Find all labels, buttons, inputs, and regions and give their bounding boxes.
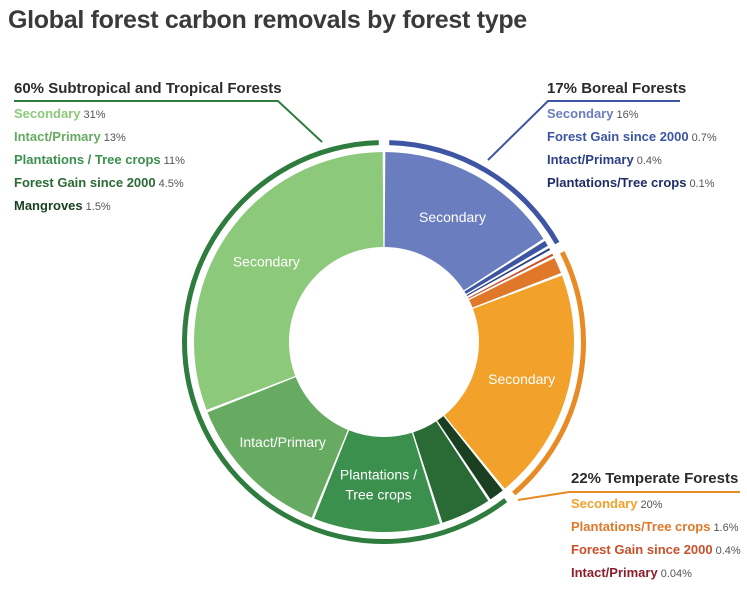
legend-item-subtropical-secondary: Secondary 31% bbox=[14, 103, 282, 126]
legend-item-value: 13% bbox=[103, 132, 126, 144]
legend-item-label: Intact/Primary bbox=[14, 129, 101, 144]
legend-item-value: 0.7% bbox=[691, 132, 717, 144]
legend-name-boreal: Boreal Forests bbox=[581, 80, 687, 97]
legend-item-boreal-forest-gain-since-2000: Forest Gain since 2000 0.7% bbox=[547, 126, 717, 149]
legend-item-temperate-secondary: Secondary 20% bbox=[571, 493, 741, 516]
legend-boreal: 17% Boreal Forests Secondary 16% Forest Ga… bbox=[547, 80, 717, 195]
legend-item-label: Intact/Primary bbox=[571, 565, 658, 580]
legend-header-temperate: 22% Temperate Forests bbox=[571, 470, 741, 487]
legend-item-value: 11% bbox=[163, 155, 185, 167]
legend-item-label: Plantations/Tree crops bbox=[547, 175, 687, 190]
legend-item-value: 16% bbox=[616, 109, 639, 121]
legend-item-value: 1.5% bbox=[85, 201, 111, 213]
legend-item-value: 0.1% bbox=[689, 178, 715, 190]
slice-label-temperate-secondary: Secondary bbox=[488, 371, 555, 387]
legend-list-boreal: Secondary 16% Forest Gain since 2000 0.7% In… bbox=[547, 103, 717, 195]
legend-item-subtropical-plantations-tree-crops: Plantations / Tree crops 11% bbox=[14, 149, 282, 172]
legend-item-label: Forest Gain since 2000 bbox=[547, 129, 689, 144]
legend-percent-subtropical: 60% bbox=[14, 80, 45, 97]
legend-item-value: 4.5% bbox=[158, 178, 184, 190]
legend-item-boreal-secondary: Secondary 16% bbox=[547, 103, 717, 126]
legend-item-label: Forest Gain since 2000 bbox=[571, 542, 713, 557]
legend-list-subtropical: Secondary 31% Intact/Primary 13% Plantations… bbox=[14, 103, 282, 218]
legend-item-label: Secondary bbox=[571, 496, 638, 511]
slice-label-boreal-secondary: Secondary bbox=[419, 209, 486, 225]
legend-item-value: 1.6% bbox=[713, 522, 739, 534]
legend-item-value: 0.04% bbox=[660, 568, 692, 580]
legend-item-value: 20% bbox=[640, 499, 663, 511]
legend-percent-boreal: 17% bbox=[547, 80, 578, 97]
legend-item-temperate-plantations-tree-crops: Plantations/Tree crops 1.6% bbox=[571, 516, 741, 539]
legend-item-label: Plantations / Tree crops bbox=[14, 152, 161, 167]
legend-item-temperate-intact-primary: Intact/Primary 0.04% bbox=[571, 562, 741, 585]
legend-item-subtropical-intact-primary: Intact/Primary 13% bbox=[14, 126, 282, 149]
legend-item-subtropical-mangroves: Mangroves 1.5% bbox=[14, 195, 282, 218]
legend-item-temperate-forest-gain-since-2000: Forest Gain since 2000 0.4% bbox=[571, 539, 741, 562]
legend-list-temperate: Secondary 20% Plantations/Tree crops 1.6% Fo… bbox=[571, 493, 741, 585]
legend-item-boreal-plantations-tree-crops: Plantations/Tree crops 0.1% bbox=[547, 172, 717, 195]
legend-item-label: Forest Gain since 2000 bbox=[14, 175, 156, 190]
slice-label-subtropical-secondary: Secondary bbox=[233, 254, 300, 270]
legend-item-label: Secondary bbox=[14, 106, 81, 121]
legend-item-label: Intact/Primary bbox=[547, 152, 634, 167]
legend-name-subtropical: Subtropical and Tropical Forests bbox=[48, 80, 282, 97]
legend-name-temperate: Temperate Forests bbox=[605, 470, 739, 487]
legend-item-boreal-intact-primary: Intact/Primary 0.4% bbox=[547, 149, 717, 172]
legend-header-boreal: 17% Boreal Forests bbox=[547, 80, 717, 97]
legend-item-label: Secondary bbox=[547, 106, 614, 121]
legend-item-label: Plantations/Tree crops bbox=[571, 519, 711, 534]
legend-item-value: 31% bbox=[83, 109, 106, 121]
legend-percent-temperate: 22% bbox=[571, 470, 602, 487]
slice-label-subtropical-intact-primary: Intact/Primary bbox=[239, 434, 325, 450]
legend-item-subtropical-forest-gain-since-2000: Forest Gain since 2000 4.5% bbox=[14, 172, 282, 195]
legend-item-value: 0.4% bbox=[636, 155, 662, 167]
legend-temperate: 22% Temperate Forests Secondary 20% Planta… bbox=[571, 470, 741, 585]
legend-subtropical: 60% Subtropical and Tropical Forests Sec… bbox=[14, 80, 282, 218]
legend-item-value: 0.4% bbox=[715, 545, 741, 557]
legend-header-subtropical: 60% Subtropical and Tropical Forests bbox=[14, 80, 282, 97]
legend-item-label: Mangroves bbox=[14, 198, 83, 213]
